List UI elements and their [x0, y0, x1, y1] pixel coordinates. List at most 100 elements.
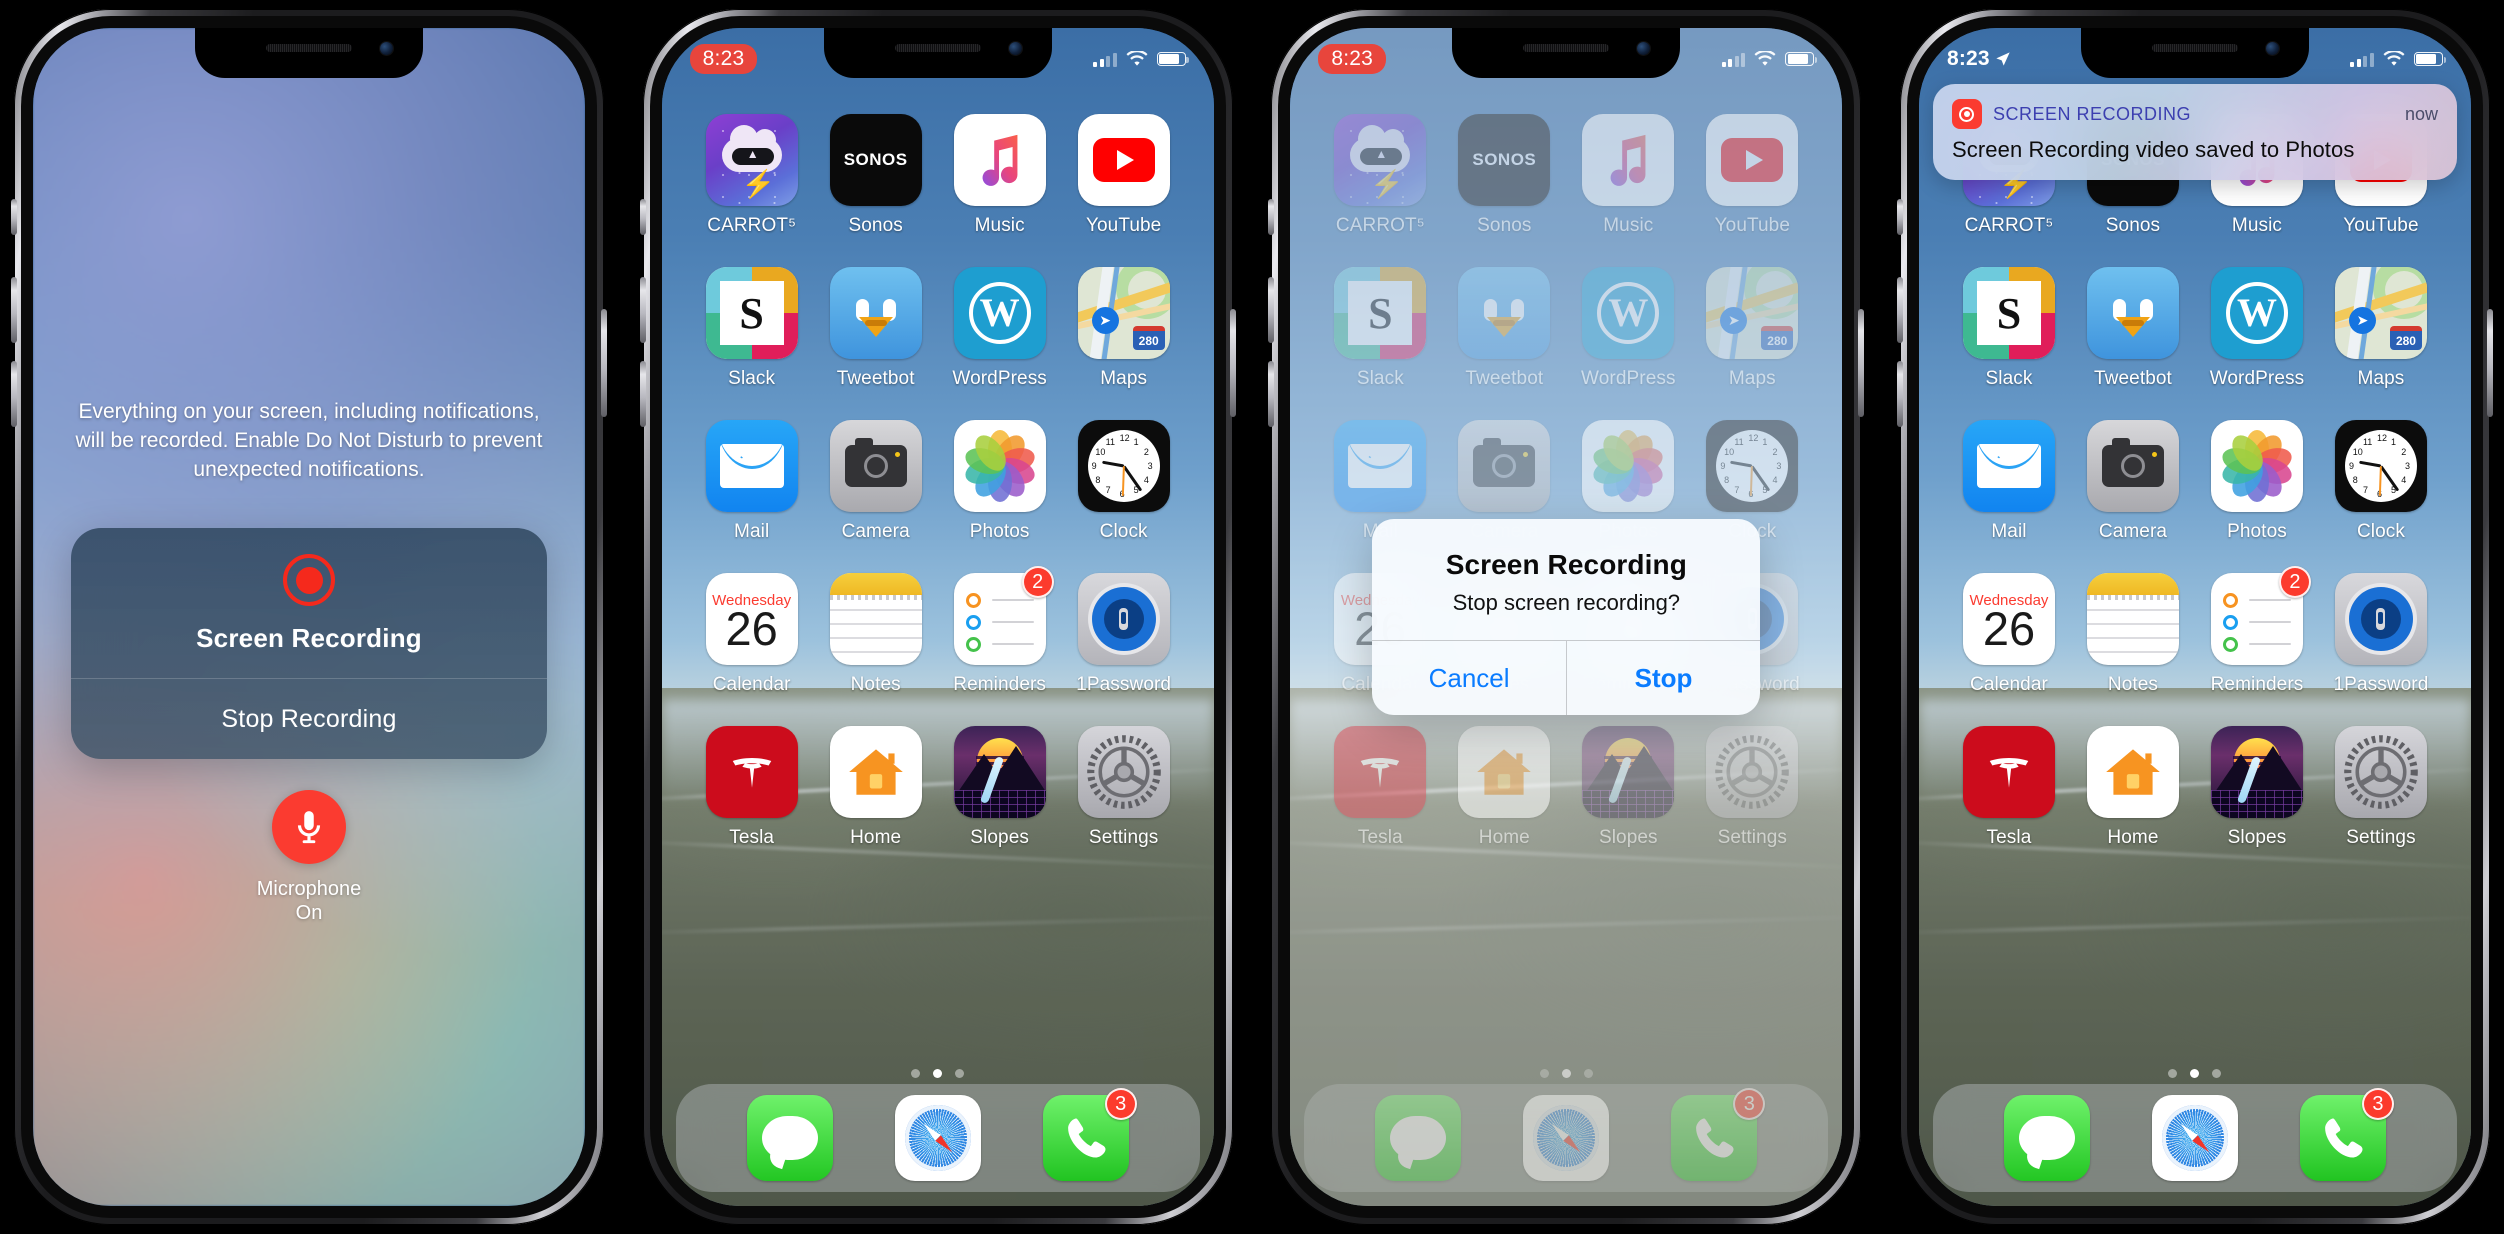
- stop-recording-button[interactable]: Stop Recording: [71, 679, 547, 759]
- side-power-button[interactable]: [601, 309, 607, 417]
- volume-up-button[interactable]: [639, 277, 646, 343]
- device-phone-1: Everything on your screen, including not…: [11, 9, 607, 1225]
- app-icon-settings[interactable]: Settings: [1062, 726, 1186, 849]
- page-dot[interactable]: [911, 1069, 921, 1078]
- side-power-button[interactable]: [2486, 309, 2493, 417]
- volume-down-button[interactable]: [639, 361, 646, 427]
- side-power-button[interactable]: [1229, 309, 1236, 417]
- dock-item-messages[interactable]: [746, 1095, 833, 1181]
- app-icon-slack[interactable]: S Slack: [1947, 267, 2071, 390]
- device-phone-2: 8:23 ⚡ CARROT⁵ SONOS Sonos: [639, 9, 1236, 1225]
- app-icon-wordpress[interactable]: W WordPress: [938, 267, 1062, 390]
- silent-switch[interactable]: [639, 199, 646, 235]
- earpiece-speaker: [266, 44, 352, 52]
- app-icon-home[interactable]: Home: [814, 726, 938, 849]
- app-icon-mail[interactable]: Mail: [1947, 420, 2071, 543]
- notch: [2080, 28, 2309, 78]
- app-icon-notes[interactable]: Notes: [2071, 573, 2195, 696]
- app-label: CARROT⁵: [707, 215, 797, 236]
- app-icon-camera[interactable]: Camera: [814, 420, 938, 543]
- side-power-button[interactable]: [1858, 309, 1865, 417]
- app-label: Sonos: [2105, 215, 2161, 236]
- volume-down-button[interactable]: [11, 361, 17, 427]
- calendar-icon: Wednesday26: [705, 573, 798, 665]
- mail-icon: [1962, 420, 2055, 512]
- page-dot[interactable]: [933, 1069, 943, 1078]
- silent-switch[interactable]: [11, 199, 17, 235]
- earpiece-speaker: [894, 44, 981, 52]
- notch: [1452, 28, 1681, 78]
- app-label: Camera: [2098, 521, 2168, 542]
- app-icon-slopes[interactable]: Slopes: [938, 726, 1062, 849]
- page-dot[interactable]: [2190, 1069, 2200, 1078]
- app-icon-tweetbot[interactable]: Tweetbot: [814, 267, 938, 390]
- app-icon-1password[interactable]: 1Password: [1062, 573, 1186, 696]
- app-label: WordPress: [952, 368, 1047, 389]
- app-icon-calendar[interactable]: Wednesday26 Calendar: [690, 573, 814, 696]
- app-icon-clock[interactable]: 123456789101112 Clock: [1062, 420, 1186, 543]
- app-label: Clock: [1099, 521, 1148, 542]
- apple-maps-icon: ➤ 280: [1077, 267, 1170, 359]
- notification-banner[interactable]: SCREEN RECORDING now Screen Recording vi…: [1932, 84, 2457, 180]
- status-left: 8:23: [1318, 43, 1386, 75]
- app-icon-settings[interactable]: Settings: [2319, 726, 2443, 849]
- alert-cancel-button[interactable]: Cancel: [1372, 641, 1566, 715]
- app-icon-clock[interactable]: 123456789101112 Clock: [2319, 420, 2443, 543]
- app-icon-camera[interactable]: Camera: [2071, 420, 2195, 543]
- volume-down-button[interactable]: [1268, 361, 1275, 427]
- app-icon-reminders[interactable]: 2 Reminders: [2195, 566, 2319, 696]
- microphone-toggle[interactable]: Microphone On: [33, 790, 585, 926]
- page-indicator-dots[interactable]: [1919, 1069, 2471, 1078]
- app-icon-calendar[interactable]: Wednesday26 Calendar: [1947, 573, 2071, 696]
- app-icon-tweetbot[interactable]: Tweetbot: [2071, 267, 2195, 390]
- youtube-icon: [1077, 114, 1170, 206]
- app-icon-notes[interactable]: Notes: [814, 573, 938, 696]
- dock-item-safari[interactable]: [894, 1095, 981, 1181]
- screen-recording-primary[interactable]: Screen Recording: [71, 528, 547, 678]
- app-icon-mail[interactable]: Mail: [690, 420, 814, 543]
- app-icon-tesla[interactable]: Tesla: [690, 726, 814, 849]
- volume-down-button[interactable]: [1896, 361, 1903, 427]
- app-icon-youtube[interactable]: YouTube: [1062, 114, 1186, 237]
- page-dot[interactable]: [2212, 1069, 2222, 1078]
- app-icon-slopes[interactable]: Slopes: [2195, 726, 2319, 849]
- dock-item-phone[interactable]: 3: [2299, 1088, 2394, 1181]
- app-icon-music[interactable]: Music: [938, 114, 1062, 237]
- screen-recording-action-sheet: Screen Recording Stop Recording: [71, 528, 547, 759]
- app-icon-maps[interactable]: ➤ 280 Maps: [2319, 267, 2443, 390]
- volume-up-button[interactable]: [11, 277, 17, 343]
- app-icon-photos[interactable]: Photos: [2195, 420, 2319, 543]
- app-label: Settings: [2346, 827, 2416, 848]
- dock-item-safari[interactable]: [2151, 1095, 2238, 1181]
- page-indicator-dots[interactable]: [662, 1069, 1214, 1078]
- app-icon-carrot-[interactable]: ⚡ CARROT⁵: [690, 114, 814, 237]
- page-dot[interactable]: [2168, 1069, 2178, 1078]
- home-screen: ⚡ CARROT⁵ SONOS Sonos Music YouTube S Sl…: [1919, 28, 2471, 1206]
- volume-up-button[interactable]: [1268, 277, 1275, 343]
- alert-stop-button[interactable]: Stop: [1567, 641, 1761, 715]
- front-camera-icon: [1008, 42, 1022, 55]
- app-icon-home[interactable]: Home: [2071, 726, 2195, 849]
- app-icon-1password[interactable]: 1Password: [2319, 573, 2443, 696]
- app-label: Photos: [2227, 521, 2287, 542]
- notch: [195, 28, 423, 78]
- microphone-label: Microphone On: [257, 877, 362, 926]
- app-icon-wordpress[interactable]: W WordPress: [2195, 267, 2319, 390]
- clock-icon: 123456789101112: [2334, 420, 2427, 512]
- app-icon-photos[interactable]: Photos: [938, 420, 1062, 543]
- apple-music-icon: [953, 114, 1046, 206]
- app-icon-sonos[interactable]: SONOS Sonos: [814, 114, 938, 237]
- page-dot[interactable]: [955, 1069, 965, 1078]
- app-icon-maps[interactable]: ➤ 280 Maps: [1062, 267, 1186, 390]
- app-label: Home: [850, 827, 902, 848]
- notch: [823, 28, 1052, 78]
- app-icon-reminders[interactable]: 2 Reminders: [938, 566, 1062, 696]
- dock-item-messages[interactable]: [2003, 1095, 2090, 1181]
- volume-up-button[interactable]: [1896, 277, 1903, 343]
- dock-item-phone[interactable]: 3: [1042, 1088, 1137, 1181]
- phone-4-screen: 8:23 ⚡ CARROT⁵: [1918, 28, 2471, 1206]
- silent-switch[interactable]: [1896, 199, 1903, 235]
- app-icon-slack[interactable]: S Slack: [690, 267, 814, 390]
- silent-switch[interactable]: [1268, 199, 1275, 235]
- app-icon-tesla[interactable]: Tesla: [1947, 726, 2071, 849]
